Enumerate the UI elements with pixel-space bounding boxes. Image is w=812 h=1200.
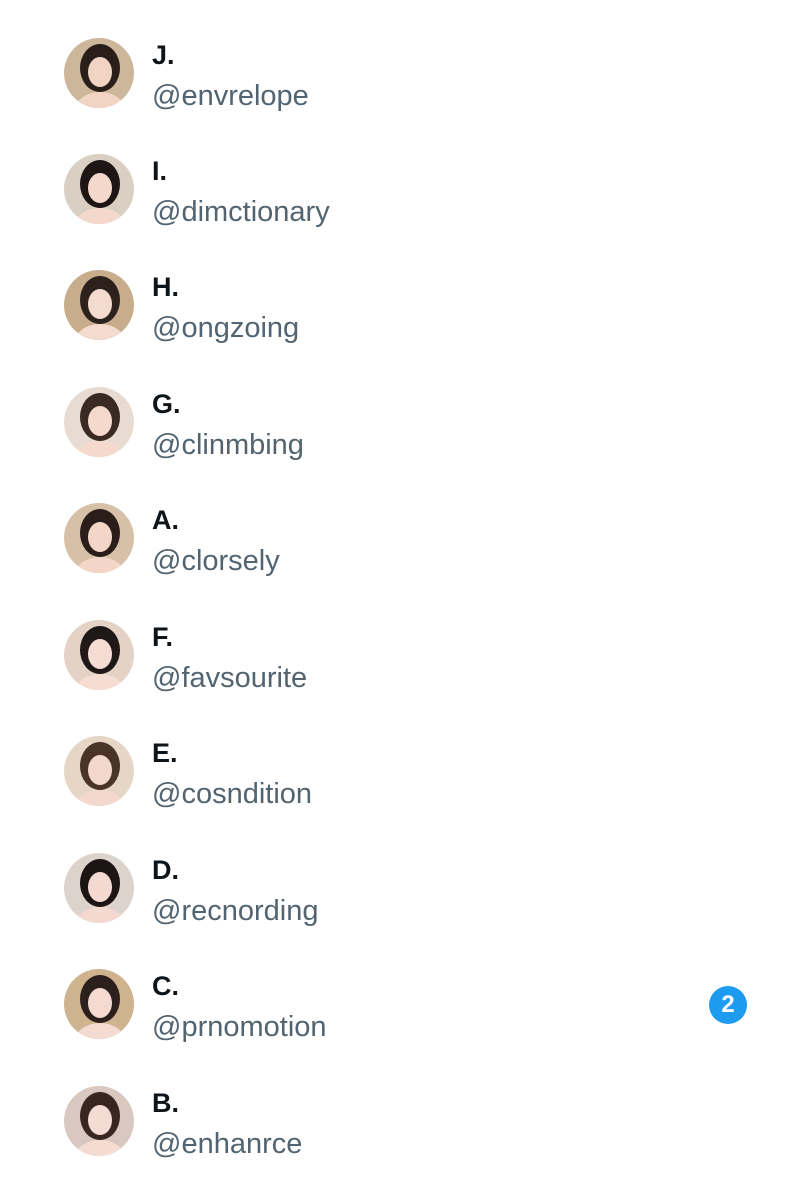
conversation-row[interactable]: I. @dimctionary [0,154,812,270]
conversation-list: J. @envrelope I. @dimctionary H. @ongzoi… [0,0,812,1200]
conversation-row[interactable]: E. @cosndition [0,736,812,852]
avatar[interactable] [64,969,134,1039]
username-handle: @favsourite [152,662,308,694]
conversation-row[interactable]: A. @clorsely [0,503,812,619]
display-name: E. [152,738,178,768]
avatar[interactable] [64,620,134,690]
avatar[interactable] [64,387,134,457]
display-name: G. [152,389,181,419]
username-handle: @recnording [152,895,319,927]
username-handle: @clorsely [152,545,280,577]
display-name: I. [152,156,168,186]
username-handle: @envrelope [152,80,309,112]
conversation-row[interactable]: J. @envrelope [0,38,812,154]
conversation-row[interactable]: D. @recnording [0,853,812,969]
conversation-row[interactable]: G. @clinmbing [0,387,812,503]
avatar[interactable] [64,38,134,108]
display-name: C. [152,971,179,1001]
username-handle: @ongzoing [152,312,300,344]
display-name: H. [152,272,179,302]
conversation-row[interactable]: F. @favsourite [0,620,812,736]
username-handle: @prnomotion [152,1011,327,1043]
display-name: B. [152,1088,179,1118]
username-handle: @dimctionary [152,196,330,228]
conversation-row[interactable]: B. @enhanrce [0,1086,812,1200]
username-handle: @clinmbing [152,429,304,461]
display-name: F. [152,622,174,652]
avatar[interactable] [64,503,134,573]
conversation-row[interactable]: H. @ongzoing [0,270,812,386]
unread-count-badge: 2 [709,986,747,1024]
avatar[interactable] [64,736,134,806]
conversation-row[interactable]: C. @prnomotion 2 [0,969,812,1085]
avatar[interactable] [64,270,134,340]
display-name: J. [152,40,175,70]
avatar[interactable] [64,1086,134,1156]
display-name: A. [152,505,179,535]
avatar[interactable] [64,154,134,224]
username-handle: @enhanrce [152,1128,303,1160]
display-name: D. [152,855,179,885]
avatar[interactable] [64,853,134,923]
username-handle: @cosndition [152,778,313,810]
